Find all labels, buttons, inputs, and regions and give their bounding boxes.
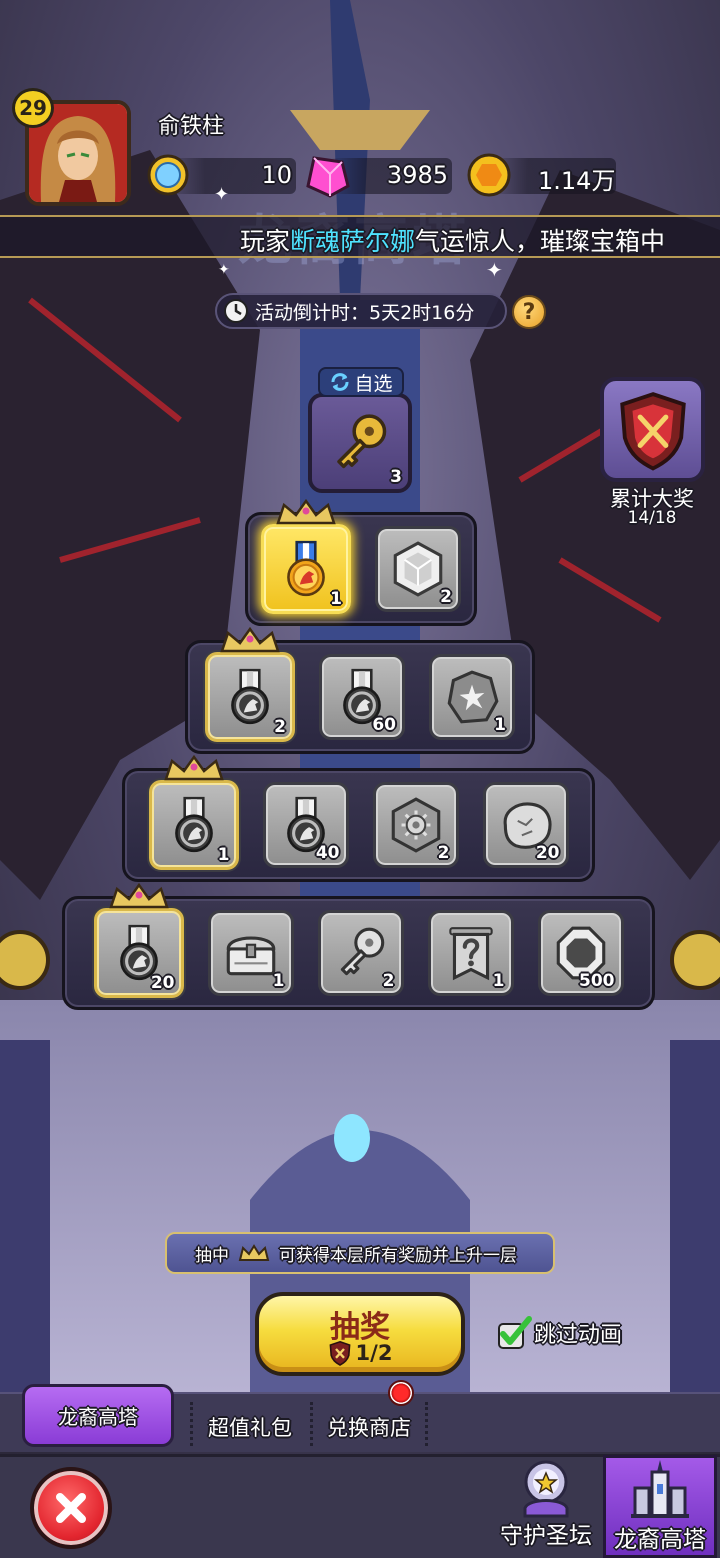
ticker-message: 玩家断魂萨尔娜气运惊人，璀璨宝箱中 [240,222,666,256]
reward-count: 40 [315,843,340,863]
tier-rule-hint: 抽中 可获得本层所有奖励并上升一层 [165,1232,555,1274]
reward-count: 1 [217,845,230,865]
crown-icon [108,882,169,909]
reward-count: 1 [494,715,506,735]
custom-select-count: 3 [390,467,402,487]
ticker-suffix: 气运惊人，璀璨宝箱中 [415,227,666,256]
nav-dragon-tower-label: 龙裔高塔 [614,1527,706,1553]
hint-text: 可获得本层所有奖励并上升一层 [279,1245,517,1266]
cumulative-reward-button[interactable] [600,377,705,482]
tower-icon [631,1460,689,1518]
reward-count: 2 [440,587,452,607]
nav-dragon-tower[interactable]: 龙裔高塔 [603,1458,717,1554]
notification-dot [388,1380,414,1406]
shield-icon [619,391,686,471]
reward-item-hex-gear[interactable]: 2 [372,782,459,868]
reward-count: 20 [535,843,560,863]
reward-item-medal[interactable]: 1 [148,754,239,870]
reward-count: 1 [492,971,505,991]
reward-count: 2 [382,971,395,991]
sparkle-icon: ✦ [214,184,230,205]
player-level-badge: 29 [12,88,54,128]
hint-prefix: 抽中 [195,1245,229,1266]
skip-animation-label: 跳过动画 [534,1323,623,1348]
tower-tier-2: 2 60 1 [185,626,535,754]
draw-cost-text: 1/2 [355,1341,393,1365]
tab-dragon-tower[interactable]: 龙裔高塔 [22,1384,174,1447]
reward-item-key[interactable]: 2 [317,910,404,996]
clock-icon [224,299,248,323]
reward-item-medal[interactable]: 20 [93,882,184,998]
reward-count: 500 [579,971,615,991]
reward-item-rune-stone[interactable]: 1 [429,654,515,740]
help-button[interactable]: ? [512,295,546,329]
reward-item-medal[interactable]: 60 [319,654,405,740]
gold-coin-icon [467,153,511,197]
reward-item-hex-gem[interactable]: 2 [375,526,461,612]
shield-token-icon [329,1340,350,1366]
reward-count: 1 [272,971,285,991]
close-button[interactable] [30,1467,112,1549]
reward-count: 1 [330,589,342,609]
tab-divider [190,1402,193,1446]
reward-item-gold-medal[interactable]: 1 [261,498,351,614]
custom-select-slot[interactable]: 3 [308,393,412,493]
tower-tier-1: 12 [245,498,477,626]
reward-item-medal[interactable]: 40 [262,782,349,868]
announcement-ticker: 玩家断魂萨尔娜气运惊人，璀璨宝箱中 [0,215,720,258]
altar-icon [523,1460,569,1518]
nav-guardian-altar-label: 守护圣坛 [500,1523,592,1549]
currency-pink-crystal[interactable]: 3985 [304,152,452,198]
reward-item-rock[interactable]: 20 [482,782,569,868]
pink-crystal-icon [306,156,350,198]
draw-button[interactable]: 抽奖 1/2 [255,1292,465,1376]
tab-divider [310,1402,313,1446]
medal-icon [231,668,269,725]
crown-icon [163,754,224,781]
reward-item-octagon-coin[interactable]: 500 [537,910,624,996]
crown-icon [238,1244,270,1261]
reward-count: 60 [372,715,396,735]
medal-icon [174,796,213,853]
currency-gold-coin[interactable]: 1.14万 [466,152,616,198]
ticker-prefix: 玩家 [240,227,291,256]
custom-select-label: 自选 [354,372,393,395]
player-name: 俞铁柱 [158,114,225,139]
blue-gem-amount: 10 [261,161,292,189]
sparkle-icon: ✦ [486,258,503,282]
tower-tier-4: 20 1 2 1 500 [62,882,655,1010]
event-countdown: 活动倒计时：5天2时16分 [215,293,507,329]
nav-guardian-altar[interactable]: 守护圣坛 [497,1458,595,1550]
reward-count: 20 [150,973,175,993]
gold-coin-amount: 1.14万 [538,167,616,195]
draw-cost: 1/2 [259,1340,461,1366]
skip-animation-toggle[interactable]: 跳过动画 [496,1316,622,1350]
close-icon [56,1493,86,1523]
tab-exchange-shop[interactable]: 兑换商店 [327,1412,411,1442]
checkbox-checked-icon [498,1316,532,1349]
tab-value-pack[interactable]: 超值礼包 [208,1412,292,1442]
reward-count: 2 [437,843,450,863]
sparkle-icon: ✦ [218,262,230,278]
tower-tier-3: 1 40 2 20 [122,754,595,882]
tab-divider [425,1402,428,1446]
cumulative-reward-progress: 14/18 [627,508,677,528]
reward-item-mystery-banner[interactable]: 1 [427,910,514,996]
reward-count: 2 [274,717,286,737]
countdown-text: 活动倒计时：5天2时16分 [255,301,475,324]
custom-select-button[interactable]: 自选 [318,367,404,397]
reward-item-chest[interactable]: 1 [207,910,294,996]
refresh-icon [331,373,349,391]
crown-icon [220,626,280,653]
gold-key-icon [337,414,387,469]
ticker-player-name: 断魂萨尔娜 [290,227,416,256]
blue-gem-icon [147,154,189,196]
reward-item-medal[interactable]: 2 [205,626,295,742]
pink-crystal-amount: 3985 [386,161,448,189]
crown-icon [276,498,336,525]
gold-medal-icon [287,540,325,597]
